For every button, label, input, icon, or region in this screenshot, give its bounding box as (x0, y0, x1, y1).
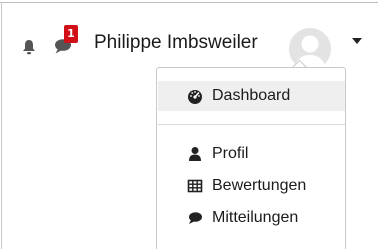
user-icon (187, 146, 203, 162)
screenshot-frame: 1 Philippe Imbsweiler Dashboard Profil B… (0, 0, 378, 249)
comment-icon (187, 210, 203, 226)
menu-item-label: Bewertungen (212, 177, 307, 194)
menu-divider (158, 124, 345, 125)
bell-icon[interactable] (22, 39, 36, 55)
menu-item-bewertungen[interactable]: Bewertungen (158, 171, 345, 201)
menu-item-dashboard[interactable]: Dashboard (158, 81, 345, 111)
user-name[interactable]: Philippe Imbsweiler (94, 30, 258, 56)
menu-item-mitteilungen[interactable]: Mitteilungen (158, 203, 345, 233)
message-count-badge[interactable]: 1 (64, 25, 78, 43)
tachometer-icon (187, 88, 203, 104)
menu-item-label: Profil (212, 145, 249, 162)
menu-item-profil[interactable]: Profil (158, 139, 345, 169)
table-icon (187, 178, 203, 194)
caret-down-icon[interactable] (352, 38, 362, 44)
menu-item-label: Mitteilungen (212, 209, 299, 226)
menu-item-label: Dashboard (212, 87, 291, 104)
user-menu-dropdown: Dashboard Profil Bewertungen Mitteilunge… (156, 67, 346, 249)
